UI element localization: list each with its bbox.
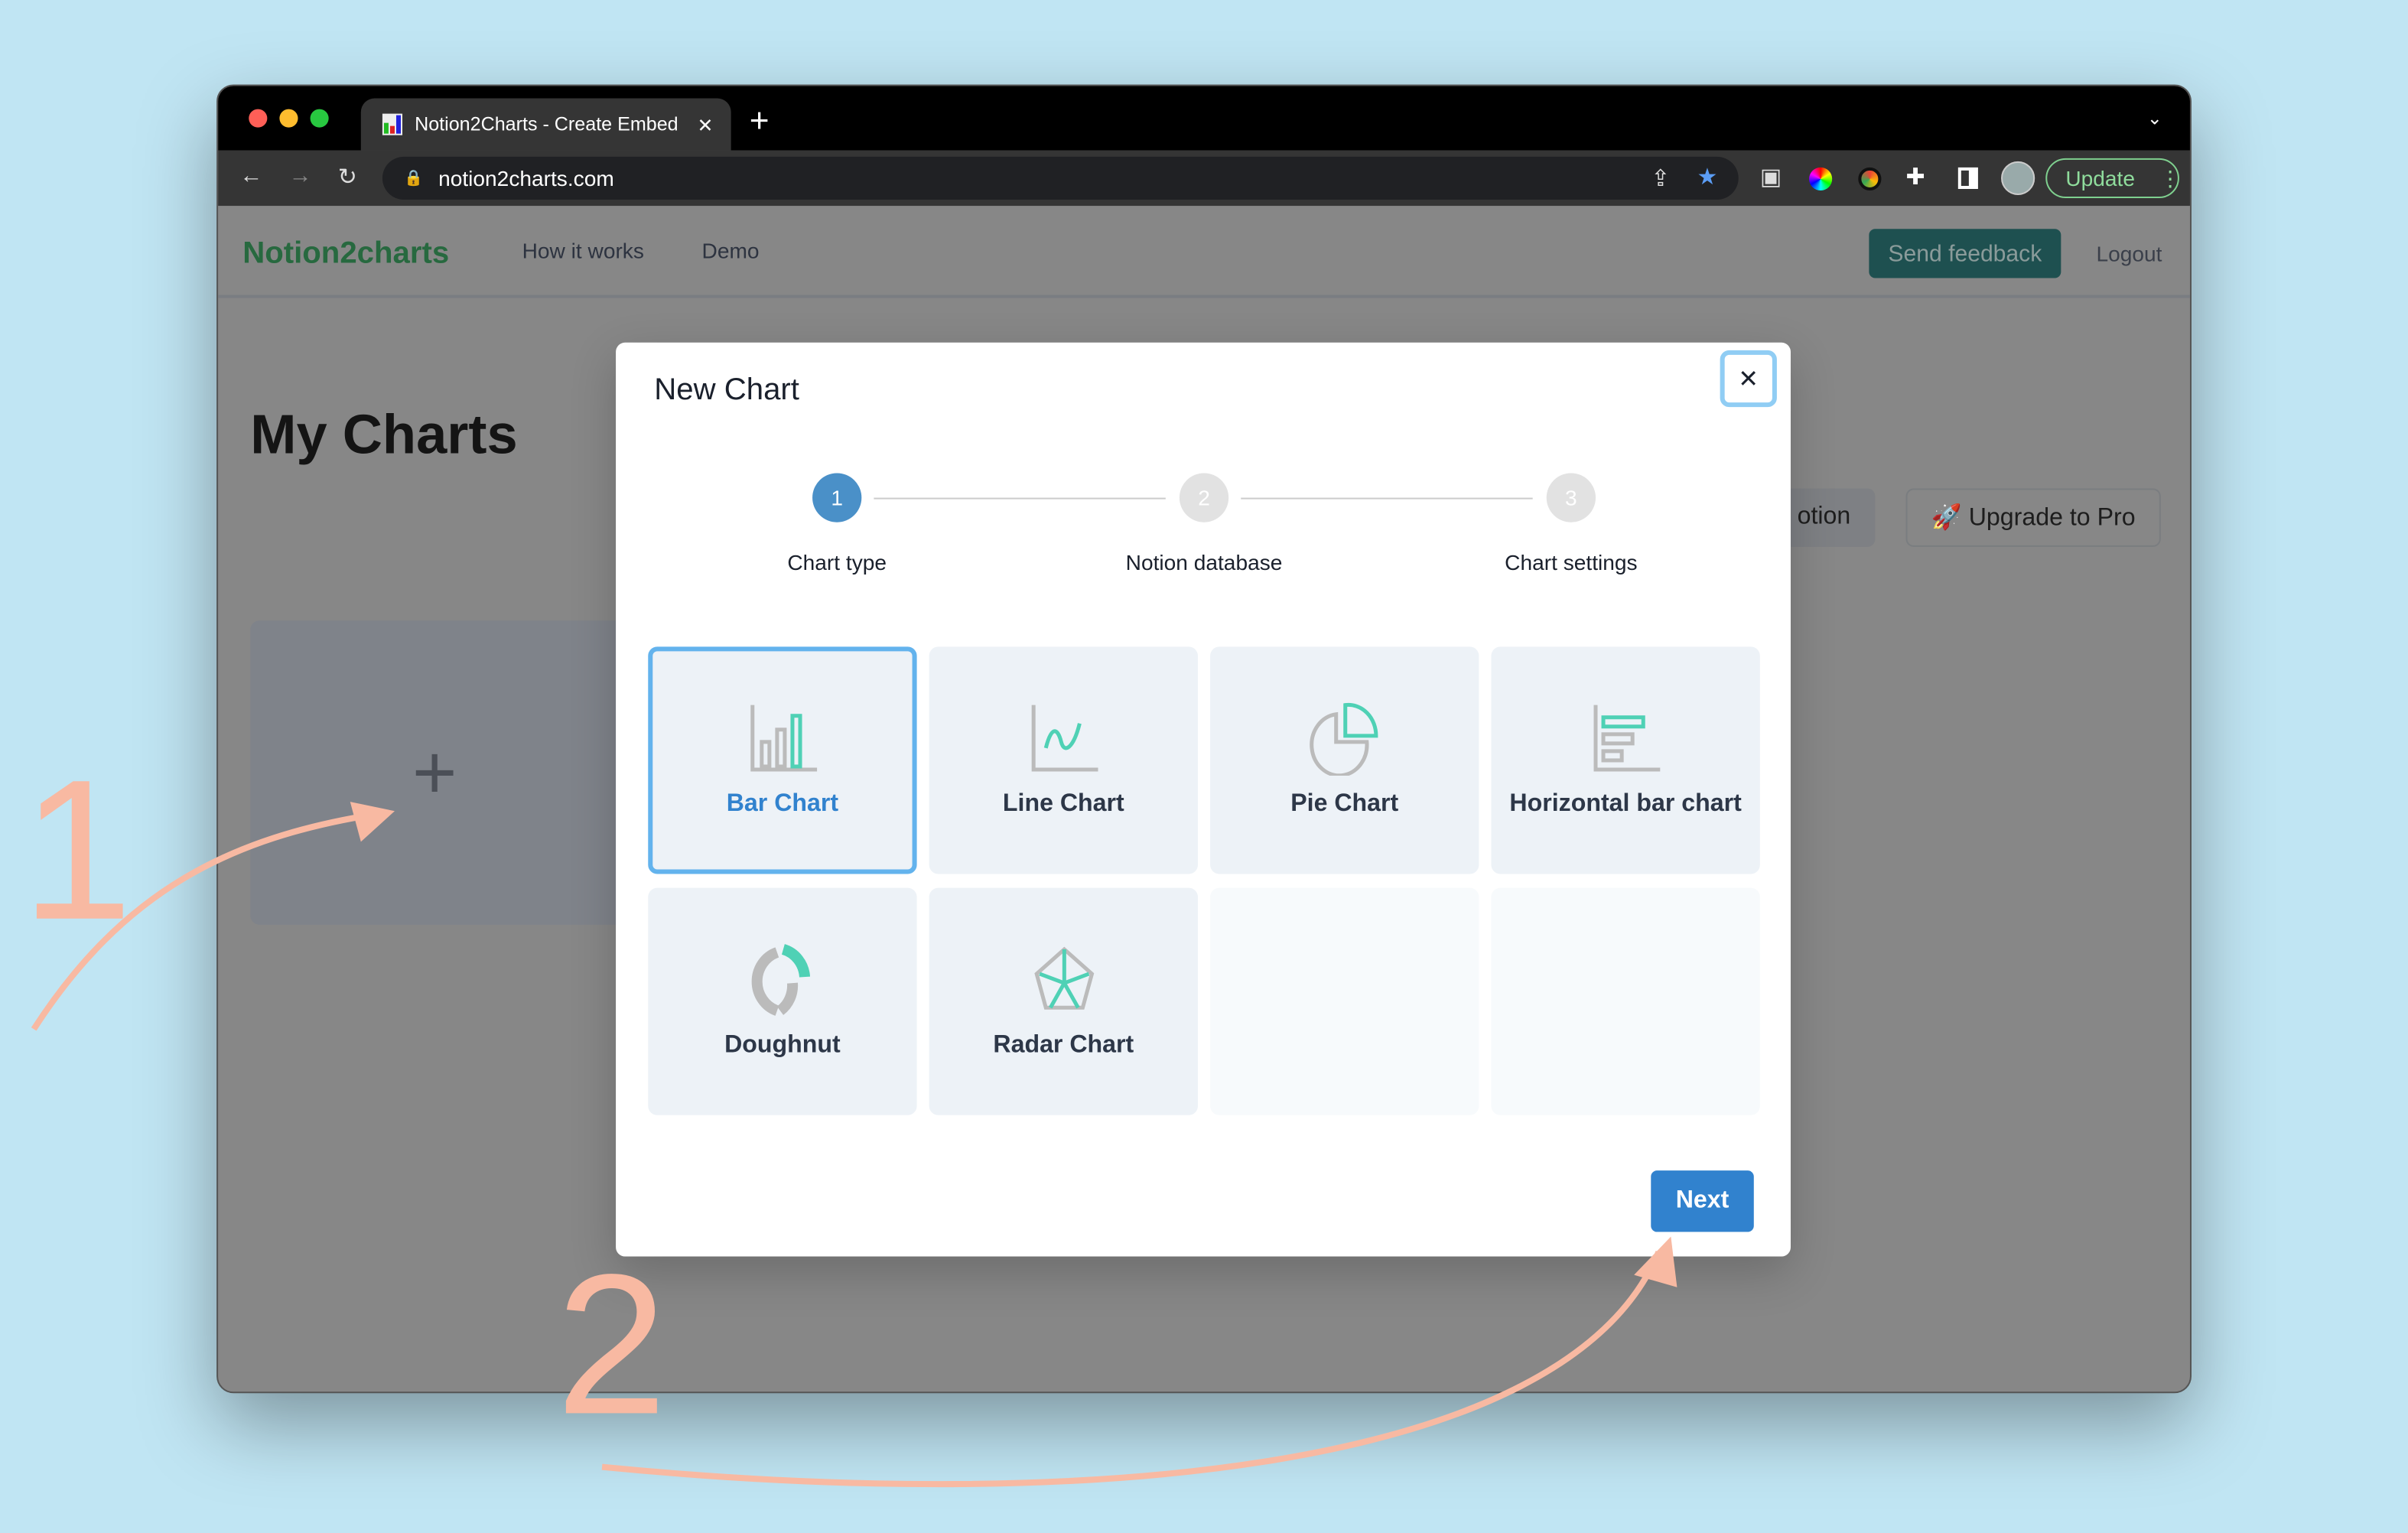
arrow-1-head — [350, 802, 395, 842]
arrow-2-head — [1634, 1236, 1677, 1287]
arrow-2 — [601, 1250, 1662, 1488]
arrow-1 — [31, 811, 377, 1031]
annotation-arrows — [31, 802, 1677, 1488]
